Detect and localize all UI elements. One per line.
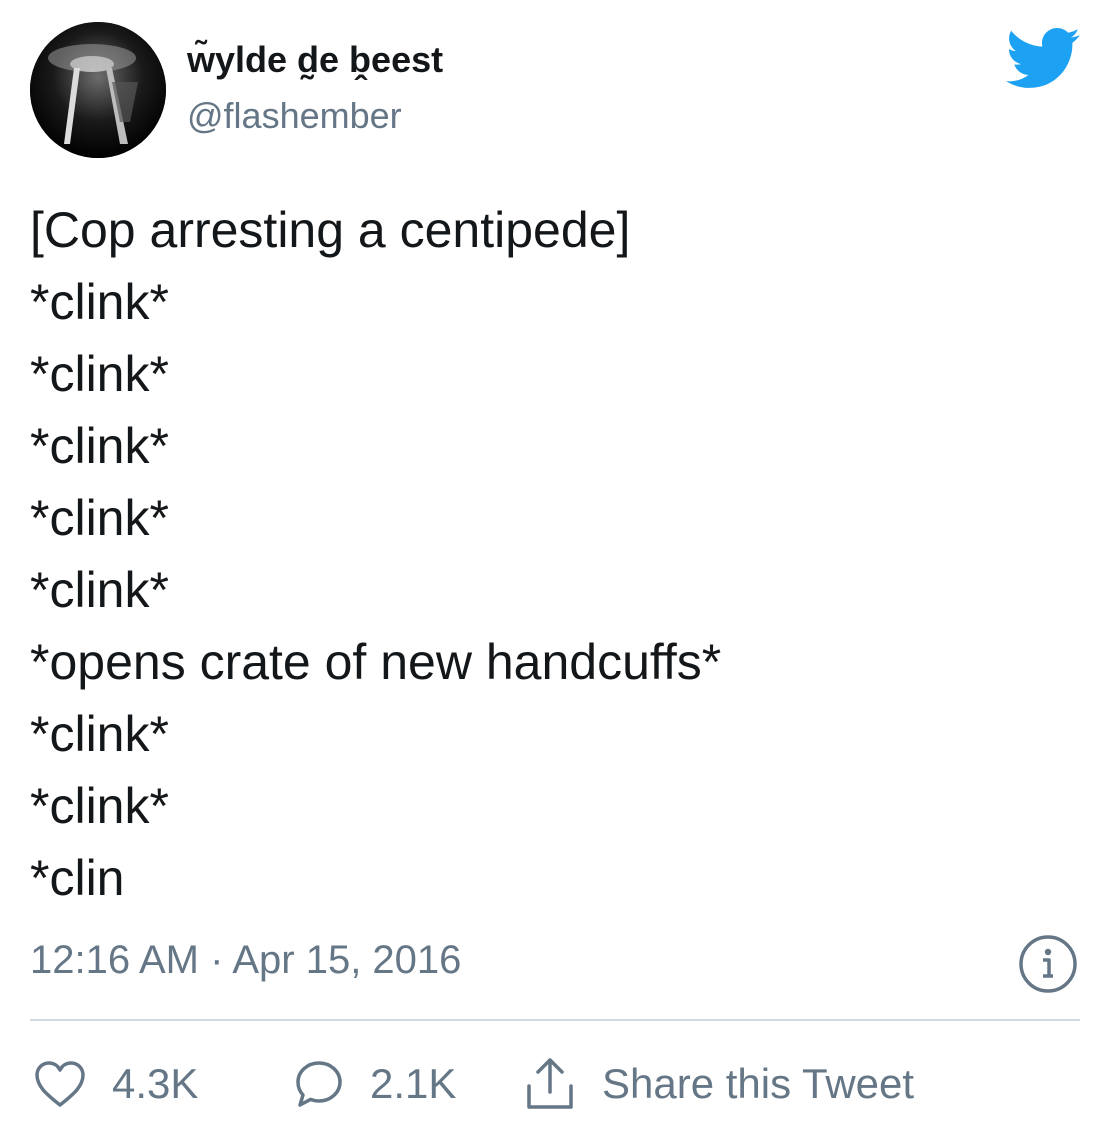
speech-bubble-icon — [294, 1059, 344, 1109]
share-label: Share this Tweet — [602, 1060, 915, 1107]
tweet-timestamp[interactable]: 12:16 AM · Apr 15, 2016 — [30, 934, 461, 986]
tweet-line: *clink* — [30, 490, 169, 546]
tweet-line: *clink* — [30, 706, 169, 762]
tweet-text: [Cop arresting a centipede] *clink* *cli… — [30, 194, 1080, 914]
twitter-bird-icon[interactable] — [1006, 28, 1080, 88]
reply-button[interactable]: 2.1K — [294, 1052, 456, 1116]
tweet-actions: 4.3K 2.1K Share this Tweet — [30, 1052, 1080, 1116]
tweet-line: *clink* — [30, 274, 169, 330]
like-count: 4.3K — [112, 1060, 199, 1107]
reply-count: 2.1K — [370, 1060, 457, 1107]
avatar[interactable] — [30, 22, 166, 158]
tweet-line: *clink* — [30, 346, 169, 402]
heart-icon — [34, 1060, 86, 1108]
tweet-line: *clink* — [30, 778, 169, 834]
tweet-line: [Cop arresting a centipede] — [30, 202, 631, 258]
author-display-name[interactable]: w̃ylde d̰e b̭eest — [187, 38, 443, 82]
divider — [30, 1019, 1080, 1021]
info-icon[interactable] — [1018, 934, 1078, 994]
tweet-line: *clin — [30, 850, 125, 906]
author-handle[interactable]: @flashember — [187, 94, 402, 138]
tweet-line: *clink* — [30, 418, 169, 474]
tweet-line: *opens crate of new handcuffs* — [30, 634, 722, 690]
tweet-card: w̃ylde d̰e b̭eest @flashember [Cop arres… — [0, 0, 1107, 1128]
tweet-line: *clink* — [30, 562, 169, 618]
share-button[interactable]: Share this Tweet — [524, 1052, 914, 1116]
like-button[interactable]: 4.3K — [34, 1052, 198, 1116]
share-upload-icon — [524, 1056, 576, 1112]
